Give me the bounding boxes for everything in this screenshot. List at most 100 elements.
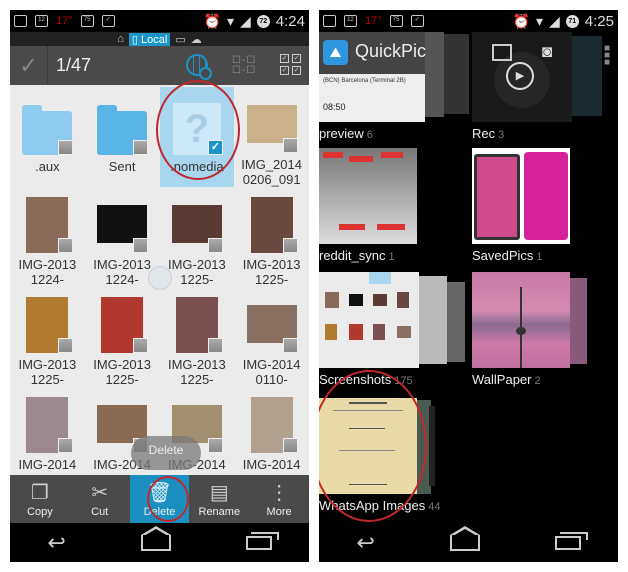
- select-checkbox[interactable]: [133, 140, 149, 155]
- network-select-icon[interactable]: ☐-☐ ☐-☐: [232, 56, 256, 76]
- file-item[interactable]: .aux: [10, 87, 85, 187]
- tooltip-toast: Delete: [131, 436, 201, 470]
- select-checkbox[interactable]: [207, 338, 223, 353]
- album-count: 1: [536, 251, 543, 263]
- file-thumbnail: [171, 195, 223, 253]
- file-thumbnail: [96, 295, 149, 353]
- select-checkbox[interactable]: [133, 238, 149, 253]
- album-name: SavedPics: [472, 248, 534, 263]
- file-item[interactable]: ? ✓ .nomedia: [159, 87, 235, 187]
- file-name: IMG_2014 0206_091: [241, 157, 302, 187]
- more-button[interactable]: ⋮ More: [249, 475, 309, 523]
- file-item[interactable]: IMG-2013 1225-: [160, 287, 235, 387]
- camera-icon: ◙: [542, 42, 553, 61]
- recents-icon[interactable]: [245, 531, 279, 550]
- clock: 4:25: [584, 12, 614, 30]
- album-wallpaper[interactable]: WallPaper 2: [472, 272, 612, 394]
- file-item[interactable]: IMG-2013 1224-: [10, 187, 85, 287]
- file-thumbnail: [246, 295, 298, 353]
- location-local-label: Local: [141, 33, 168, 46]
- file-item[interactable]: IMG-2014 0111: [10, 387, 85, 487]
- action-label: Copy: [27, 506, 53, 518]
- done-button[interactable]: ✓: [10, 46, 48, 85]
- recents-icon[interactable]: [554, 531, 588, 550]
- back-icon[interactable]: ↩: [47, 530, 65, 556]
- select-checkbox[interactable]: [133, 338, 149, 353]
- action-label: Cut: [91, 506, 109, 518]
- select-checkbox[interactable]: [58, 438, 74, 453]
- file-name: IMG-2013 1225-: [242, 257, 301, 287]
- action-label: More: [266, 506, 292, 518]
- select-checkbox[interactable]: [282, 138, 298, 153]
- copy-icon: ❐: [30, 482, 49, 504]
- select-checkbox[interactable]: [207, 438, 223, 453]
- file-item[interactable]: IMG-2013 1225-: [10, 287, 85, 387]
- signal-icon: ◢: [549, 12, 560, 29]
- calendar-icon: 75: [80, 15, 94, 27]
- selection-count: 1/47: [56, 55, 92, 75]
- album-reddit-sync[interactable]: reddit_sync 1: [319, 148, 469, 270]
- album-whatsapp-images[interactable]: WhatsApp Images 44: [319, 398, 469, 520]
- gallery-icon: [14, 15, 27, 27]
- album-name: preview: [319, 126, 364, 141]
- select-checkbox[interactable]: [282, 338, 298, 353]
- file-name: IMG-2013 1225-: [18, 357, 77, 387]
- file-name: .aux: [35, 159, 60, 174]
- album-count: 44: [428, 501, 441, 513]
- select-checkbox[interactable]: [282, 438, 298, 453]
- rename-button[interactable]: ▤ Rename: [189, 475, 249, 523]
- cut-button[interactable]: ✂ Cut: [70, 475, 130, 523]
- app-title: QuickPic: [355, 41, 427, 61]
- clock: 4:24: [275, 12, 305, 30]
- select-checkbox[interactable]: ✓: [207, 140, 223, 155]
- play-icon[interactable]: ▶: [506, 62, 534, 90]
- alarm-icon: ⏰: [203, 12, 221, 29]
- bottom-action-bar: ❐ Copy ✂ Cut 🗑 Delete ▤ Rename ⋮ More: [10, 475, 309, 523]
- file-item[interactable]: IMG-2014 0120: [234, 387, 309, 487]
- file-thumbnail: [96, 95, 149, 155]
- album-rec[interactable]: ◙ ▶ ■ ■ ■ Rec 3: [472, 32, 612, 142]
- gallery-icon: [323, 15, 336, 27]
- file-thumbnail: [171, 295, 223, 353]
- album-screenshots[interactable]: Screenshots 175: [319, 272, 469, 394]
- navigation-bar: ↩: [10, 523, 309, 562]
- fast-scroll-handle[interactable]: [148, 266, 172, 290]
- overflow-menu-icon[interactable]: ■ ■ ■: [604, 44, 610, 68]
- computer-icon[interactable]: ▭: [175, 33, 185, 46]
- scissors-icon: ✂: [91, 482, 109, 504]
- rename-icon: ▤: [209, 482, 229, 504]
- action-label: Delete: [143, 506, 176, 518]
- network-search-icon[interactable]: [186, 54, 212, 80]
- select-checkbox[interactable]: [58, 238, 74, 253]
- select-checkbox[interactable]: [58, 338, 74, 353]
- shopping-bag-icon: ✓: [101, 15, 115, 27]
- home-button-icon[interactable]: [449, 525, 480, 551]
- delete-button[interactable]: 🗑 Delete: [129, 475, 190, 523]
- more-icon: ⋮: [269, 482, 290, 504]
- album-savedpics[interactable]: SavedPics 1: [472, 148, 612, 270]
- shopping-bag-icon: ✓: [410, 15, 424, 27]
- file-item[interactable]: Sent: [85, 87, 160, 187]
- file-thumbnail: [246, 95, 298, 153]
- select-checkbox[interactable]: [58, 140, 74, 155]
- album-count: 2: [534, 375, 541, 387]
- copy-button[interactable]: ❐ Copy: [10, 475, 70, 523]
- file-item[interactable]: IMG-2014 0110-: [234, 287, 309, 387]
- wifi-icon: ▾: [535, 12, 544, 29]
- select-checkbox[interactable]: [207, 238, 223, 253]
- location-local[interactable]: ▯ Local: [128, 32, 171, 46]
- file-thumbnail: [21, 95, 74, 155]
- cloud-icon[interactable]: ☁: [191, 33, 202, 46]
- home-icon[interactable]: ⌂: [117, 33, 124, 45]
- select-checkbox[interactable]: [282, 238, 298, 253]
- file-item[interactable]: IMG-2013 1225-: [85, 287, 160, 387]
- file-item[interactable]: IMG-2013 1225-: [234, 187, 309, 287]
- file-name: Sent: [108, 159, 136, 174]
- back-icon[interactable]: ↩: [356, 530, 374, 556]
- file-thumbnail: [246, 195, 298, 253]
- select-all-icon[interactable]: ✓ ✓ ✓ ✓: [280, 54, 301, 75]
- file-item[interactable]: IMG_2014 0206_091: [234, 87, 309, 187]
- file-name: .nomedia: [170, 159, 224, 174]
- album-count: 3: [498, 129, 505, 141]
- home-button-icon[interactable]: [140, 525, 171, 551]
